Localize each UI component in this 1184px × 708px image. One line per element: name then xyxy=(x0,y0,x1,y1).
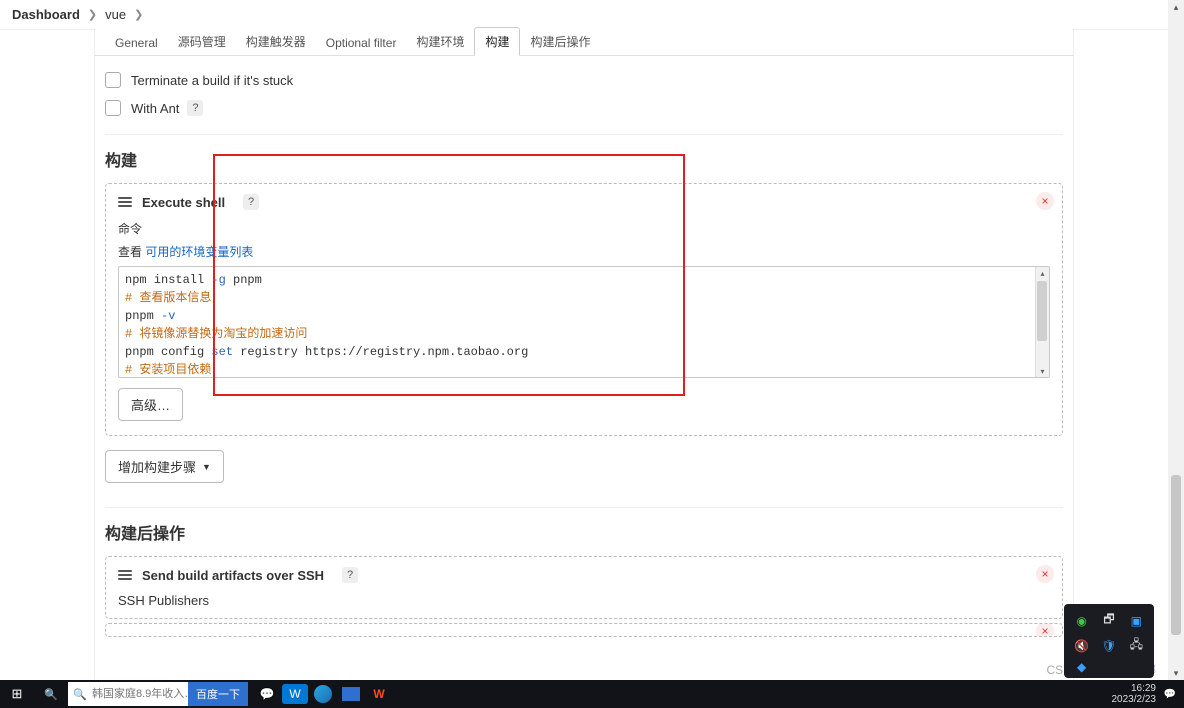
post-step-ssh: × Send build artifacts over SSH ? SSH Pu… xyxy=(105,556,1063,619)
search-icon: 🔍 xyxy=(68,688,92,701)
help-icon[interactable]: ? xyxy=(187,100,203,116)
taskbar-app-explorer[interactable] xyxy=(338,684,364,704)
config-tabs: General 源码管理 构建触发器 Optional filter 构建环境 … xyxy=(95,28,1073,56)
build-step-execute-shell: × Execute shell ? 命令 查看 可用的环境变量列表 npm in… xyxy=(105,183,1063,436)
folder-icon xyxy=(342,687,360,701)
tab-general[interactable]: General xyxy=(105,31,168,55)
breadcrumb-item[interactable]: vue xyxy=(105,7,126,22)
shield-icon[interactable]: 🛡 xyxy=(1097,635,1120,656)
caret-down-icon: ▼ xyxy=(202,462,211,472)
search-input[interactable] xyxy=(92,683,188,705)
command-label: 命令 xyxy=(118,220,1050,237)
tray-icon[interactable]: ▣ xyxy=(1125,610,1148,631)
page-scrollbar[interactable]: ▴ ▾ xyxy=(1168,0,1184,680)
taskbar-app[interactable]: 💬 xyxy=(254,684,280,704)
divider xyxy=(105,507,1063,508)
wechat-icon[interactable]: ◉ xyxy=(1070,610,1093,631)
add-build-step-button[interactable]: 增加构建步骤▼ xyxy=(105,450,224,483)
step-title: Execute shell xyxy=(142,195,225,210)
taskbar-app-edge[interactable] xyxy=(310,684,336,704)
start-button[interactable]: ⊞ xyxy=(0,680,34,708)
ssh-server-card: × xyxy=(105,623,1063,637)
volume-mute-icon[interactable]: 🔇 xyxy=(1070,635,1093,656)
scroll-thumb[interactable] xyxy=(1037,281,1047,341)
taskbar-app-wps[interactable]: W xyxy=(366,684,392,704)
env-vars-link[interactable]: 可用的环境变量列表 xyxy=(145,245,253,259)
remove-step-button[interactable]: × xyxy=(1036,192,1054,210)
tray-icon[interactable]: 🗗 xyxy=(1097,610,1120,631)
taskbar-search[interactable]: 🔍 xyxy=(68,682,188,706)
breadcrumb-root[interactable]: Dashboard xyxy=(12,7,80,22)
wps-icon: W xyxy=(373,687,384,701)
chevron-right-icon: ❯ xyxy=(134,8,143,21)
scroll-up-icon[interactable]: ▴ xyxy=(1168,0,1184,14)
tab-build[interactable]: 构建 xyxy=(474,27,520,56)
breadcrumb: Dashboard ❯ vue ❯ xyxy=(0,0,1168,30)
windows-taskbar: ⊞ 🔍 🔍 百度一下 💬 W W 16:29 2023/2/23 💬 xyxy=(0,680,1184,708)
search-icon: 🔍 xyxy=(44,688,58,701)
scroll-up-icon[interactable]: ▴ xyxy=(1036,267,1049,279)
option-label: With Ant xyxy=(131,101,179,116)
remove-step-button[interactable]: × xyxy=(1036,565,1054,583)
help-icon[interactable]: ? xyxy=(342,567,358,583)
network-icon[interactable]: 🖧 xyxy=(1125,635,1148,656)
ssh-publishers-label: SSH Publishers xyxy=(118,593,1050,608)
section-title-build: 构建 xyxy=(105,147,1063,171)
shell-command-code[interactable]: npm install -g pnpm # 查看版本信息 pnpm -v # 将… xyxy=(119,267,1049,377)
tab-optional-filter[interactable]: Optional filter xyxy=(316,31,407,55)
search-button[interactable]: 🔍 xyxy=(34,680,68,708)
option-label: Terminate a build if it's stuck xyxy=(131,73,293,88)
option-terminate-stuck: Terminate a build if it's stuck xyxy=(105,66,1063,94)
edge-icon xyxy=(314,685,332,703)
drag-handle-icon[interactable] xyxy=(118,570,132,580)
remove-step-button[interactable]: × xyxy=(1036,623,1054,637)
option-with-ant: With Ant ? xyxy=(105,94,1063,122)
task-icons: 💬 W W xyxy=(254,684,392,704)
see-env-vars: 查看 可用的环境变量列表 xyxy=(118,243,1050,260)
system-tray-popup[interactable]: ◉ 🗗 ▣ 🔇 🛡 🖧 ◆ xyxy=(1064,604,1154,678)
taskbar-clock[interactable]: 16:29 2023/2/23 xyxy=(1112,683,1157,705)
tab-triggers[interactable]: 构建触发器 xyxy=(236,28,316,55)
step-title: Send build artifacts over SSH xyxy=(142,568,324,583)
section-title-post-build: 构建后操作 xyxy=(105,520,1063,544)
windows-icon: ⊞ xyxy=(12,686,23,702)
tab-post-build[interactable]: 构建后操作 xyxy=(520,28,600,55)
advanced-button[interactable]: 高级… xyxy=(118,388,183,421)
scroll-down-icon[interactable]: ▾ xyxy=(1036,365,1049,377)
code-scrollbar[interactable]: ▴ ▾ xyxy=(1035,267,1049,377)
scroll-thumb[interactable] xyxy=(1171,475,1181,635)
help-icon[interactable]: ? xyxy=(243,194,259,210)
scroll-down-icon[interactable]: ▾ xyxy=(1168,666,1184,680)
checkbox[interactable] xyxy=(105,72,121,88)
chevron-right-icon: ❯ xyxy=(88,8,97,21)
tab-build-env[interactable]: 构建环境 xyxy=(406,28,474,55)
tray-icon[interactable]: ◆ xyxy=(1070,660,1093,674)
shell-command-input[interactable]: npm install -g pnpm # 查看版本信息 pnpm -v # 将… xyxy=(118,266,1050,378)
checkbox[interactable] xyxy=(105,100,121,116)
drag-handle-icon[interactable] xyxy=(118,197,132,207)
tab-scm[interactable]: 源码管理 xyxy=(168,28,236,55)
taskbar-app[interactable]: W xyxy=(282,684,308,704)
baidu-search-button[interactable]: 百度一下 xyxy=(188,682,248,706)
notifications-button[interactable]: 💬 xyxy=(1160,680,1180,708)
divider xyxy=(105,134,1063,135)
